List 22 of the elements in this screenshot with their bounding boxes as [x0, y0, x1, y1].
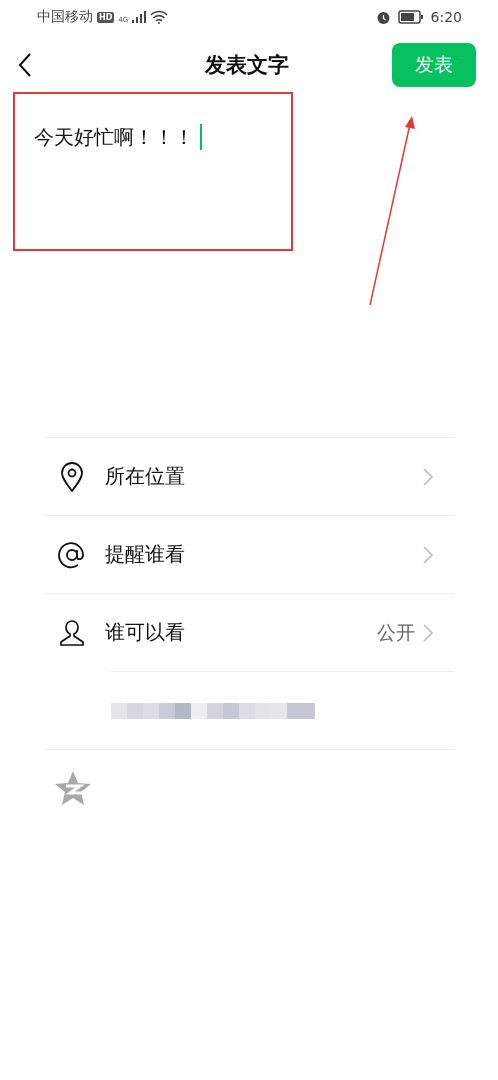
- location-pin-icon: [59, 461, 84, 492]
- chevron-icon: [423, 545, 433, 564]
- alarm-icon: [375, 9, 391, 25]
- star-logo-icon: [54, 770, 92, 806]
- option-value: 公开: [377, 619, 415, 645]
- back-icon[interactable]: [18, 53, 32, 77]
- option-label[interactable]: 谁可以看: [105, 619, 377, 646]
- text-cursor: [200, 124, 202, 150]
- signal-icon: [132, 11, 147, 23]
- clock-time: 6:20: [430, 9, 462, 25]
- wifi-icon: [150, 10, 169, 24]
- at-sign-icon: [57, 540, 86, 569]
- hd-badge: HD: [97, 11, 115, 23]
- page-title: 发表文字: [205, 52, 289, 79]
- battery-icon: [397, 10, 424, 24]
- carrier-name: 中国移动: [37, 8, 93, 26]
- chevron-icon: [423, 623, 433, 642]
- person-icon: [57, 618, 86, 647]
- chevron-icon: [423, 467, 433, 486]
- option-label[interactable]: 所在位置: [105, 463, 423, 490]
- post-text-field[interactable]: 今天好忙啊！！！: [34, 124, 194, 150]
- option-label[interactable]: 提醒谁看: [105, 541, 423, 568]
